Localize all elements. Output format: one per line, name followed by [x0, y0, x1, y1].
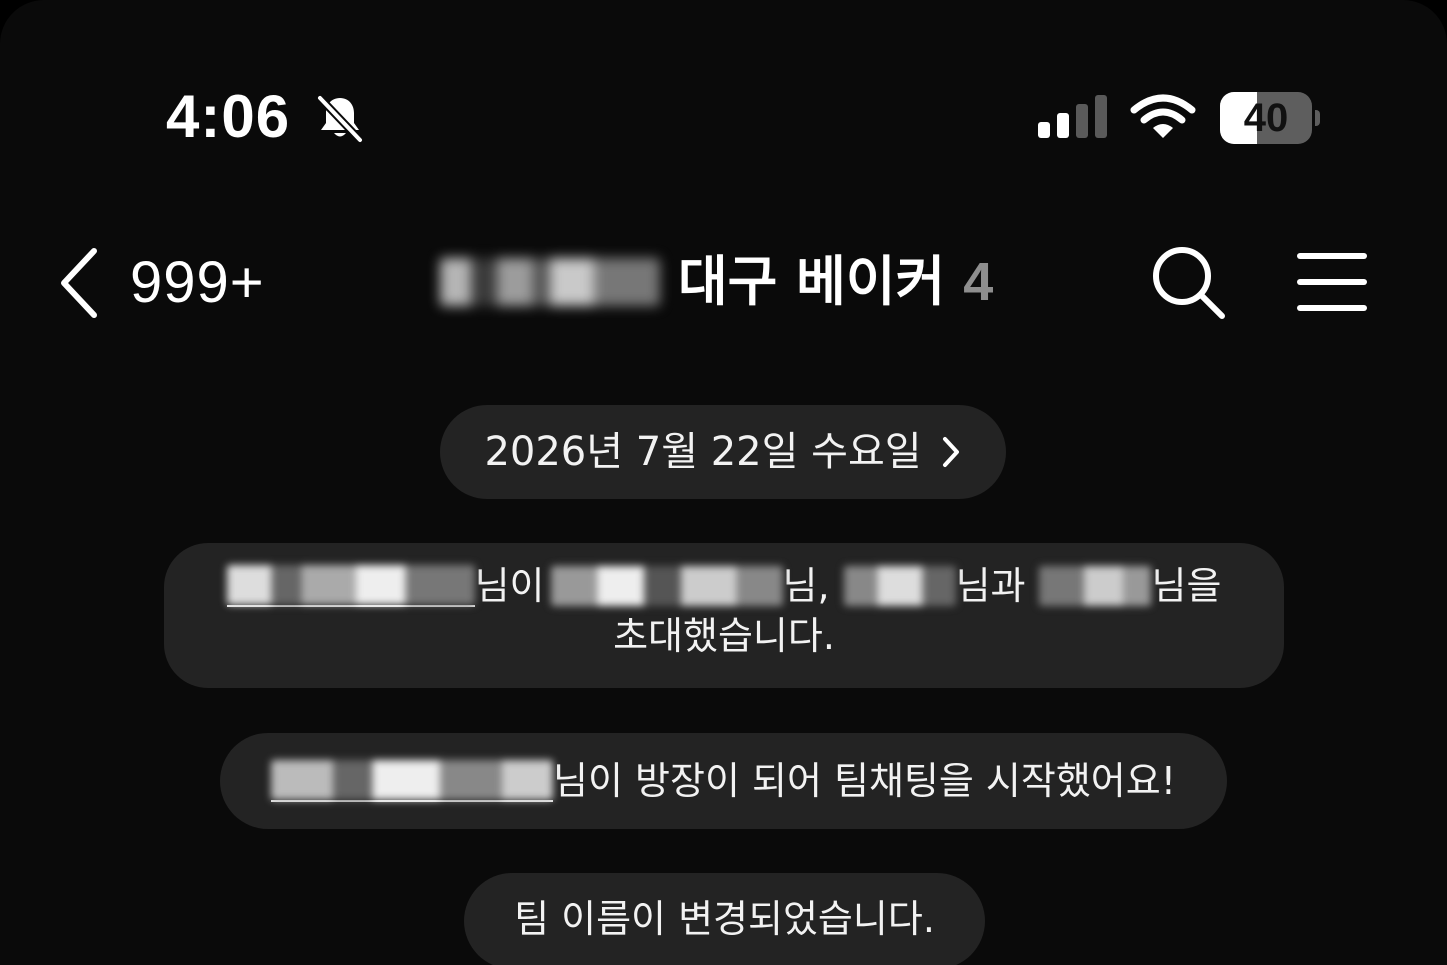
back-button[interactable]: 999+	[54, 238, 294, 328]
invite-line-1: 님이 님, 님과 님을	[164, 561, 1284, 611]
redacted-invitee-1	[550, 566, 783, 606]
wifi-icon	[1130, 94, 1196, 138]
redacted-inviter-name[interactable]	[226, 565, 475, 607]
status-time: 4:06	[166, 83, 291, 150]
invite-text-2: 님,	[782, 564, 830, 608]
battery-nub	[1315, 110, 1320, 126]
invite-text-3: 님과	[955, 564, 1026, 608]
owner-system-message: 님이 방장이 되어 팀채팅을 시작했어요!	[220, 733, 1227, 829]
invite-line-2: 초대했습니다.	[613, 614, 835, 658]
cellular-signal-icon	[1038, 95, 1107, 138]
unread-count: 999+	[130, 250, 265, 315]
date-text: 2026년 7월 22일 수요일	[484, 429, 922, 475]
signal-bar-3	[1076, 104, 1088, 138]
battery-body: 40	[1220, 92, 1312, 144]
date-divider[interactable]: 2026년 7월 22일 수요일	[440, 405, 1006, 499]
redacted-owner-name[interactable]	[271, 760, 554, 802]
chevron-right-icon	[942, 437, 959, 467]
chat-title: 대구 베이커 4	[440, 246, 993, 318]
invite-system-message: 님이 님, 님과 님을 초대했습니다.	[164, 543, 1284, 688]
redacted-name-block	[271, 760, 554, 800]
rename-system-message: 팀 이름이 변경되었습니다.	[464, 873, 985, 965]
hamburger-menu-icon[interactable]	[1292, 244, 1372, 320]
chevron-left-icon	[61, 248, 97, 318]
redacted-name-block	[226, 565, 475, 605]
signal-bar-2	[1057, 113, 1069, 138]
redacted-title-prefix	[440, 258, 660, 306]
redacted-invitee-3	[1039, 566, 1152, 606]
bell-slash-icon	[316, 94, 364, 144]
invite-text-4: 님을	[1151, 564, 1222, 608]
search-icon[interactable]	[1146, 240, 1230, 324]
redacted-invitee-2	[843, 566, 956, 606]
battery-indicator: 40	[1220, 92, 1322, 144]
battery-level: 40	[1243, 96, 1289, 140]
signal-bar-1	[1038, 122, 1050, 138]
invite-text-1: 님이	[474, 564, 545, 608]
chat-title-text: 대구 베이커	[678, 250, 946, 313]
member-count: 4	[963, 252, 994, 312]
chat-screen: 4:06 40 999+ 대구 베이커 4 2026년 7월 22일 수요일 님…	[0, 0, 1447, 965]
owner-text: 님이 방장이 되어 팀채팅을 시작했어요!	[553, 759, 1176, 803]
signal-bar-4	[1095, 95, 1107, 138]
